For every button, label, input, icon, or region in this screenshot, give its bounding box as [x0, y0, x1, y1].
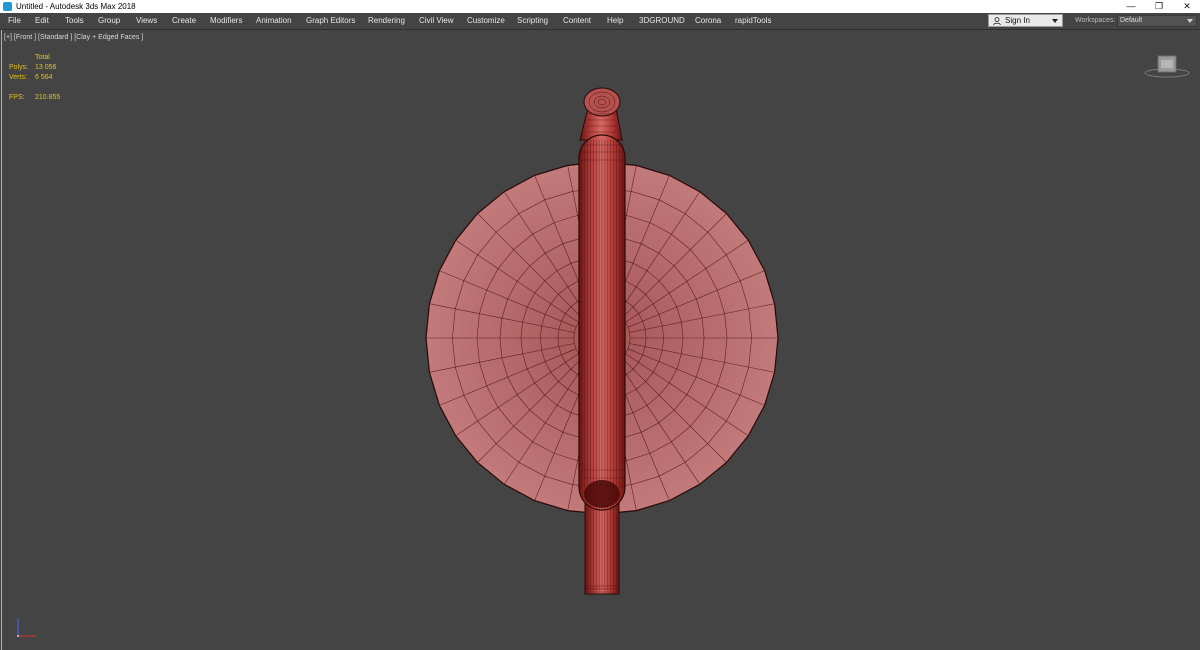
model-render[interactable] [0, 0, 1200, 650]
handle-mesh [578, 87, 626, 595]
axis-gizmo-icon [17, 618, 36, 637]
